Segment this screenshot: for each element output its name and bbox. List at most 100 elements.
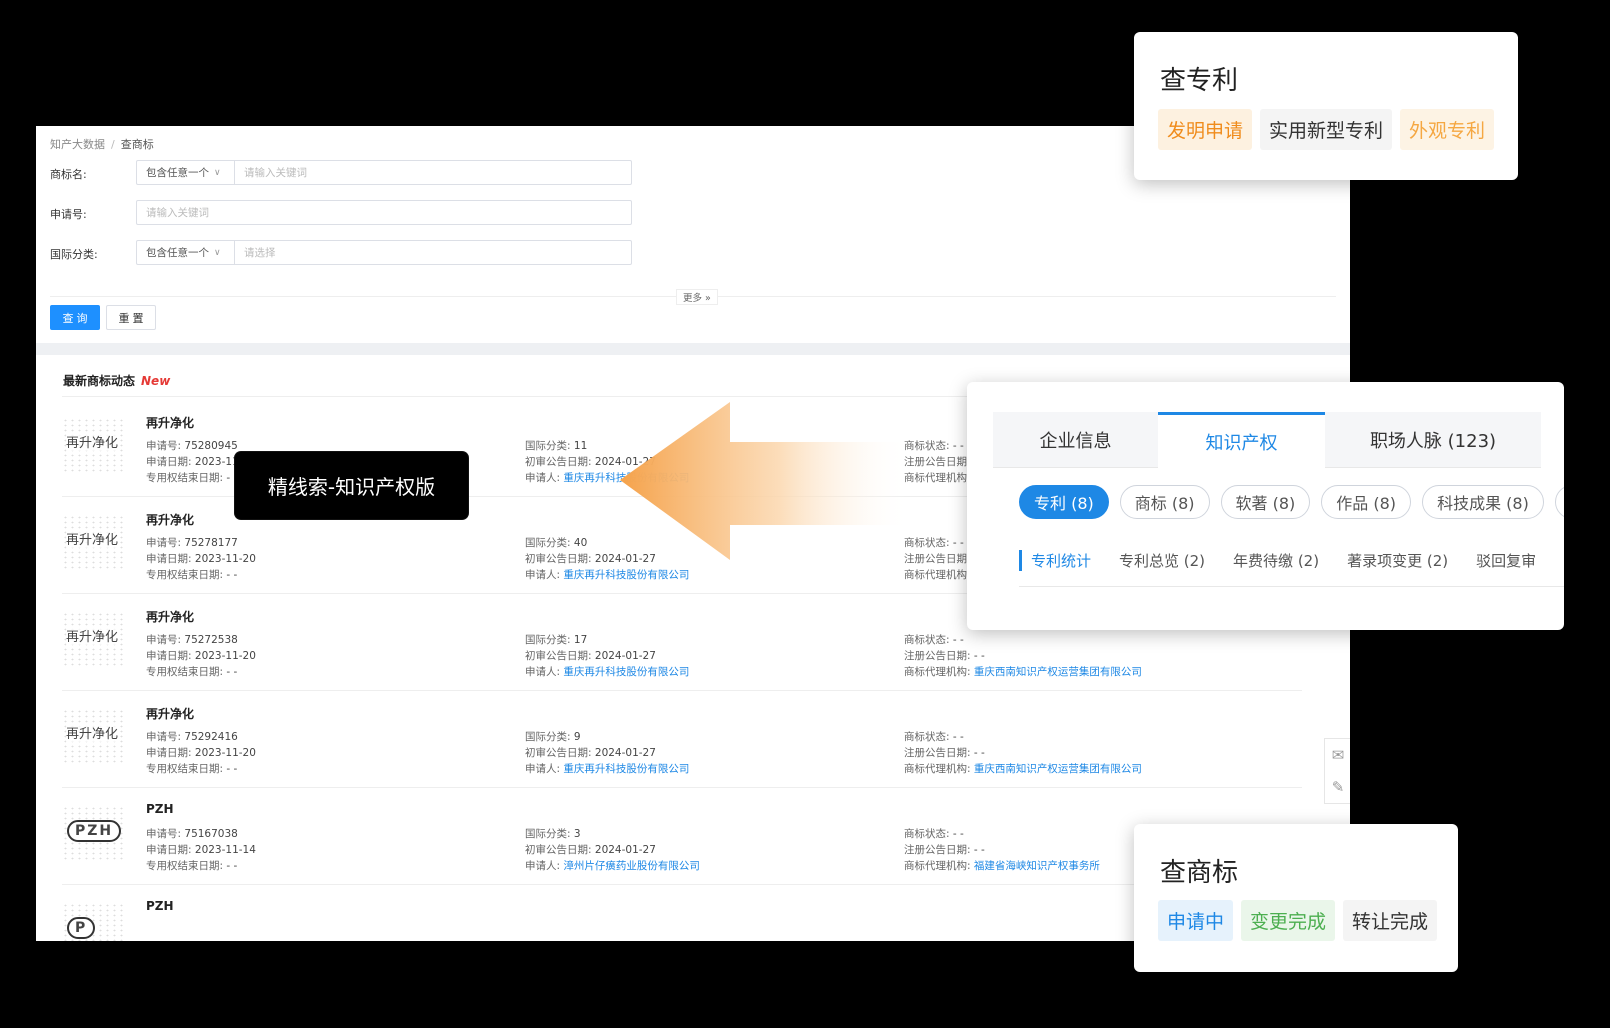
tab-company-info[interactable]: 企业信息 [993,412,1158,468]
field-value-end-date: - - [226,763,238,775]
trademark-name[interactable]: 再升净化 [146,414,194,431]
trademark-logo: PZH [62,806,124,862]
filter-box: 包含任意一个 ∨ [136,160,632,185]
field-app-date: 申请日期: 2023-11-20 [146,745,256,761]
filter-chip[interactable]: 发明申请 [1158,109,1253,150]
field-label: 初审公告日期: [525,650,592,662]
filter-label: 商标名: [50,168,87,181]
trademark-name[interactable]: 再升净化 [146,705,194,722]
more-filters-button[interactable]: 更多 » [676,289,718,305]
field-end-date: 专用权结束日期: - - [146,567,256,583]
field-reg-date: 注册公告日期: - - [904,648,1142,664]
field-app-date: 申请日期: 2023-11-20 [146,648,256,664]
field-value-app-date: 2023-11-20 [194,553,256,565]
field-applicant: 申请人: 重庆再升科技股份有限公司 [525,664,689,680]
breadcrumb-root[interactable]: 知产大数据 [50,138,105,151]
tab-contacts[interactable]: 职场人脉 (123) [1325,412,1541,468]
trademark-record[interactable]: 再升净化 再升净化 申请号: 75292416 申请日期: 2023-11-20 专用权… [62,691,1302,788]
application-no-input[interactable] [137,201,631,224]
field-value-agent[interactable]: 重庆西南知识产权运营集团有限公司 [974,763,1142,775]
category-pill[interactable]: 作品 (8) [1321,485,1412,519]
record-column: 申请号: 75272538 申请日期: 2023-11-20 专用权结束日期: - … [146,632,256,680]
subtab[interactable]: 专利统计 [1019,550,1091,571]
record-column: 商标状态: - -注册公告日期: - -商标代理机构: 重庆西南知识产权运营集团… [904,632,1142,680]
field-label: 国际分类: [525,537,571,549]
category-pill[interactable]: 资 [1554,485,1564,519]
reset-button[interactable]: 重 置 [106,305,156,330]
select-value: 包含任意一个 [146,247,209,259]
field-value-applicant[interactable]: 漳州片仔癀药业股份有限公司 [563,860,700,872]
field-value-prelim-date: 2024-01-27 [594,844,656,856]
field-label: 商标代理机构: [904,666,971,678]
subtab[interactable]: 驳回复审 [1476,550,1536,571]
trademark-name[interactable]: 再升净化 [146,608,194,625]
field-value-applicant[interactable]: 重庆再升科技股份有限公司 [563,763,689,775]
intl-class-input[interactable] [235,241,631,264]
trademark-name-input[interactable] [235,161,631,184]
record-column: 申请号: 75167038 申请日期: 2023-11-14 专用权结束日期: - … [146,826,256,874]
field-value-agent[interactable]: 福建省海峡知识产权事务所 [974,860,1100,872]
subtab[interactable]: 专利总览 (2) [1119,550,1205,571]
subtab[interactable]: 著录项变更 (2) [1347,550,1448,571]
filter-trademark-name: 商标名: 包含任意一个 ∨ [50,160,650,186]
field-label: 申请日期: [146,456,192,468]
subtab[interactable]: 年费待缴 (2) [1233,550,1319,571]
field-end-date: 专用权结束日期: - - [146,858,256,874]
query-button[interactable]: 查 询 [50,305,100,330]
field-reg-date: 注册公告日期: - - [904,842,1100,858]
filter-chip[interactable]: 转让完成 [1343,900,1438,941]
side-toolbar: ✉ ✎ [1324,738,1350,804]
field-value-applicant[interactable]: 重庆再升科技股份有限公司 [563,666,689,678]
field-label: 申请人: [525,860,561,872]
category-pill[interactable]: 专利 (8) [1019,485,1109,519]
field-value-intl-class: 9 [573,731,581,743]
field-app-no: 申请号: 75167038 [146,826,256,842]
field-value-intl-class: 3 [573,828,581,840]
field-label: 注册公告日期: [904,844,971,856]
category-pill[interactable]: 科技成果 (8) [1422,485,1544,519]
patent-card-title: 查专利 [1160,66,1239,96]
chevron-down-icon: ∨ [214,167,221,178]
match-mode-select[interactable]: 包含任意一个 ∨ [137,161,235,184]
field-label: 申请号: [146,731,182,743]
tab-ip[interactable]: 知识产权 [1158,412,1325,468]
field-applicant: 申请人: 重庆再升科技股份有限公司 [525,761,689,777]
edit-icon[interactable]: ✎ [1325,771,1350,803]
category-pill[interactable]: 软著 (8) [1220,485,1311,519]
field-value-agent[interactable]: 重庆西南知识产权运营集团有限公司 [974,666,1142,678]
filter-chip[interactable]: 申请中 [1158,900,1234,941]
trademark-name[interactable]: PZH [146,899,174,913]
field-label: 商标状态: [904,828,950,840]
field-label: 国际分类: [525,731,571,743]
ip-panel: 企业信息 知识产权 职场人脉 (123) 专利 (8) 商标 (8) 软著 (8) 作品 … [967,382,1564,630]
patent-card: 查专利 发明申请 实用新型专利 外观专利 [1134,32,1518,180]
category-pill[interactable]: 商标 (8) [1119,485,1210,519]
trademark-record[interactable]: P PZH [62,885,1302,941]
record-column: 申请号: 75292416 申请日期: 2023-11-20 专用权结束日期: - … [146,729,256,777]
filter-intl-class: 国际分类: 包含任意一个 ∨ [50,240,650,266]
trademark-name[interactable]: PZH [146,802,174,816]
field-value-app-no: 75167038 [184,828,238,840]
field-value-app-no: 75272538 [184,634,238,646]
field-value-app-no: 75292416 [184,731,238,743]
trademark-name[interactable]: 再升净化 [146,511,194,528]
field-intl-class: 国际分类: 3 [525,826,700,842]
filter-chip[interactable]: 变更完成 [1241,900,1336,941]
field-label: 注册公告日期: [904,747,971,759]
product-tooltip: 精线索-知识产权版 [235,452,468,519]
field-label: 申请人: [525,472,561,484]
field-label: 申请号: [146,537,182,549]
field-value-app-no: 75278177 [184,537,238,549]
filter-chip[interactable]: 外观专利 [1400,109,1495,150]
trademark-record[interactable]: PZH PZH 申请号: 75167038 申请日期: 2023-11-14 专用权结束… [62,788,1302,885]
field-end-date: 专用权结束日期: - - [146,664,256,680]
trademark-logo-text: 再升净化 [66,432,119,451]
field-label: 初审公告日期: [525,553,592,565]
select-value: 包含任意一个 [146,167,209,179]
trademark-logo: P [62,903,124,941]
message-icon[interactable]: ✉ [1325,739,1350,771]
filter-chip[interactable]: 实用新型专利 [1260,109,1393,150]
filter-label: 申请号: [50,208,87,221]
match-mode-select[interactable]: 包含任意一个 ∨ [137,241,235,264]
trademark-logo-text: 再升净化 [66,529,119,548]
